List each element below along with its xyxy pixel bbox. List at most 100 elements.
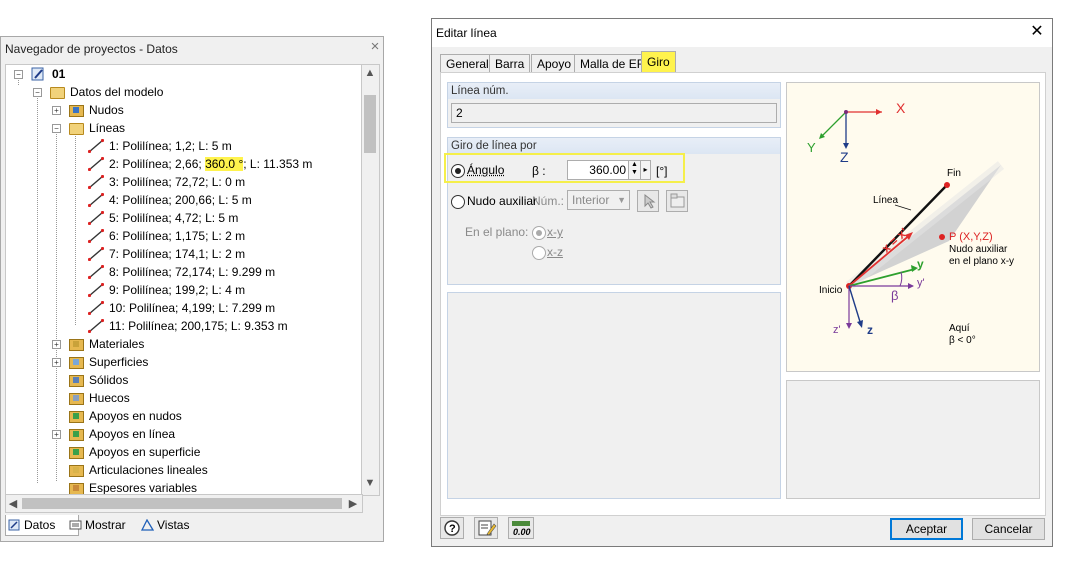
expand-icon[interactable]: + xyxy=(52,430,61,439)
tree-item-label: Líneas xyxy=(89,121,126,135)
line-item-label: 5: Polilínea; 4,72; L: 5 m xyxy=(109,211,239,225)
tree-item-label: Apoyos en línea xyxy=(89,427,176,441)
line-icon xyxy=(88,157,104,171)
scroll-down-icon[interactable]: ▼ xyxy=(363,477,377,489)
solids-folder-icon xyxy=(69,375,84,387)
line-icon xyxy=(88,211,104,225)
line-icon xyxy=(88,229,104,243)
plane-xz-label[interactable]: x-z xyxy=(547,245,563,259)
label-local-zprime: z' xyxy=(833,324,841,336)
nodal-supports-folder-icon xyxy=(69,411,84,423)
diagram-canvas xyxy=(819,109,1005,329)
collapse-icon[interactable]: − xyxy=(14,70,23,79)
line-item-label: 1: Polilínea; 1,2; L: 5 m xyxy=(109,139,232,153)
data-icon xyxy=(8,519,20,531)
line-item-label: 2: Polilínea; 2,66; xyxy=(109,157,206,171)
dialog-titlebar: Editar línea ✕ xyxy=(432,19,1052,47)
tab-giro[interactable]: Giro xyxy=(641,51,676,74)
line-item-label: 11: Polilínea; 200,175; L: 9.353 m xyxy=(109,319,288,333)
beta-pick-icon[interactable]: ▸ xyxy=(640,160,651,180)
folder-open-icon xyxy=(50,87,65,99)
pick-node-button[interactable] xyxy=(637,190,659,212)
navigator-vertical-scrollbar[interactable]: ▲ ▼ xyxy=(361,64,380,496)
scroll-up-icon[interactable]: ▲ xyxy=(363,67,377,79)
tree-item-label: Huecos xyxy=(89,391,130,405)
line-item-label: 10: Polilínea; 4,199; L: 7.299 m xyxy=(109,301,276,315)
beta-input[interactable]: 360.00 xyxy=(567,160,631,180)
tab-label: Mostrar xyxy=(85,518,126,532)
folder-open-icon xyxy=(69,123,84,135)
nodes-folder-icon xyxy=(69,105,84,117)
rotation-group-label: Giro de línea por xyxy=(448,138,780,154)
rotation-diagram: X Y Z Fin Línea Inicio P (X,Y,Z) Nudo au… xyxy=(786,82,1040,372)
dialog-close-icon[interactable]: ✕ xyxy=(1028,23,1046,41)
label-global-x: X xyxy=(896,100,906,116)
materials-folder-icon xyxy=(69,339,84,351)
tab-apoyo[interactable]: Apoyo xyxy=(531,54,578,74)
label-inicio: Inicio xyxy=(819,285,843,296)
origin-point xyxy=(844,110,848,114)
plane-xz-radio[interactable] xyxy=(532,246,546,260)
display-icon xyxy=(69,520,82,530)
expand-icon[interactable]: + xyxy=(52,106,61,115)
line-icon xyxy=(88,319,104,333)
arrow-icon xyxy=(876,109,882,115)
end-point xyxy=(944,182,950,188)
label-global-z: Z xyxy=(840,149,849,165)
label-p: P (X,Y,Z) xyxy=(949,231,993,243)
accept-button[interactable]: Aceptar xyxy=(890,518,963,540)
expand-icon[interactable]: + xyxy=(52,340,61,349)
cancel-button[interactable]: Cancelar xyxy=(972,518,1045,540)
aux-node-select[interactable]: Interior ▼ xyxy=(567,190,630,210)
scroll-thumb[interactable] xyxy=(364,95,376,153)
edit-icon xyxy=(478,520,497,536)
label-fin: Fin xyxy=(947,168,961,179)
help-button[interactable]: ? xyxy=(440,517,464,539)
line-number-group: Línea núm. 2 xyxy=(447,82,781,128)
collapse-icon[interactable]: − xyxy=(52,124,61,133)
calc-button[interactable]: 0.00 xyxy=(508,517,534,539)
tab-malla-ef[interactable]: Malla de EF xyxy=(574,54,651,74)
tab-vistas[interactable]: Vistas xyxy=(139,515,189,535)
plane-xy-label[interactable]: x-y xyxy=(547,225,563,239)
expand-icon[interactable]: + xyxy=(52,358,61,367)
angle-option-label[interactable]: Ángulo xyxy=(467,163,504,177)
aux-node-radio[interactable] xyxy=(451,195,465,209)
plane-xy-radio[interactable] xyxy=(532,226,546,240)
tab-general[interactable]: General xyxy=(440,54,495,74)
label-local-z: z xyxy=(867,323,873,337)
tab-label: Datos xyxy=(24,518,56,532)
empty-settings-area xyxy=(447,292,781,499)
line-icon xyxy=(88,193,104,207)
tab-label: Vistas xyxy=(157,518,190,532)
global-y-axis xyxy=(820,111,847,138)
tab-barra[interactable]: Barra xyxy=(489,54,531,74)
surface-supports-folder-icon xyxy=(69,447,84,459)
diagram-lower-panel xyxy=(786,380,1040,499)
tab-mostrar[interactable]: Mostrar xyxy=(67,515,126,535)
views-icon xyxy=(141,519,154,531)
line-number-field[interactable]: 2 xyxy=(451,103,777,123)
scroll-left-icon[interactable]: ◀ xyxy=(6,497,20,510)
rotation-group: Giro de línea por Ángulo β : 360.00 ▲ ▼ ▸… xyxy=(444,137,781,285)
select-node-button[interactable] xyxy=(666,190,688,212)
scroll-thumb[interactable] xyxy=(22,498,342,509)
line-item-label: 3: Polilínea; 72,72; L: 0 m xyxy=(109,175,246,189)
label-here-2: β < 0° xyxy=(949,335,976,346)
collapse-icon[interactable]: − xyxy=(33,88,42,97)
line-icon xyxy=(88,247,104,261)
line-item-label: 6: Polilínea; 1,175; L: 2 m xyxy=(109,229,246,243)
angle-radio[interactable] xyxy=(451,164,465,178)
label-beta: β xyxy=(891,288,899,303)
aux-node-select-value: Interior xyxy=(572,193,610,207)
local-z-axis xyxy=(848,285,862,326)
plane-label: En el plano: xyxy=(465,225,529,239)
edit-button[interactable] xyxy=(474,517,498,539)
label-aux-node-2: en el plano x-y xyxy=(949,256,1015,267)
dialog-title: Editar línea xyxy=(436,26,497,40)
navigator-horizontal-scrollbar[interactable]: ◀ ▶ xyxy=(5,494,363,513)
aux-node-option-label[interactable]: Nudo auxiliar xyxy=(467,194,537,208)
navigator-close-icon[interactable]: × xyxy=(368,39,382,55)
scroll-right-icon[interactable]: ▶ xyxy=(346,497,360,510)
label-global-y: Y xyxy=(807,140,816,155)
